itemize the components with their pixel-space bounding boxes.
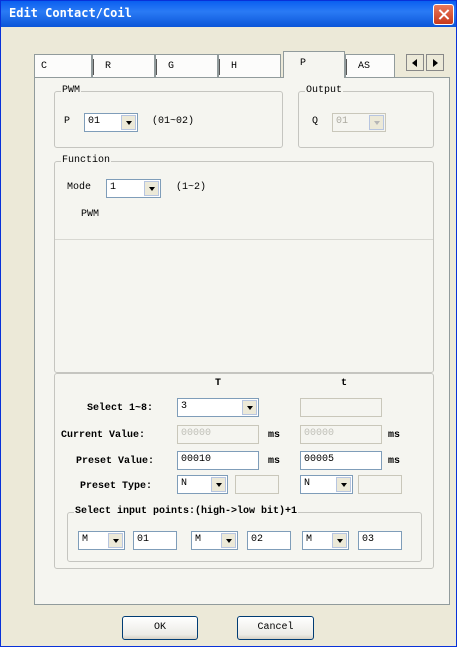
pwm-number-select[interactable]: 01	[84, 113, 138, 132]
preset-type-label: Preset Type:	[80, 481, 153, 492]
cancel-button[interactable]: Cancel	[237, 616, 314, 640]
current-t-field: 00000	[300, 425, 382, 444]
output-number-value: 01	[336, 116, 349, 127]
input-point-3-type: M	[306, 534, 313, 545]
chevron-down-icon[interactable]	[211, 477, 226, 492]
chevron-down-icon[interactable]	[332, 533, 347, 548]
tab-p-label: P	[300, 58, 307, 69]
current-t-value: 00000	[304, 428, 335, 439]
tab-r-label: R	[105, 61, 112, 72]
chevron-down-icon[interactable]	[242, 400, 257, 415]
current-value-label: Current Value:	[61, 430, 146, 441]
preset-value-label: Preset Value:	[76, 456, 155, 467]
current-T-unit: ms	[268, 430, 281, 441]
chevron-down-icon[interactable]	[221, 533, 236, 548]
mode-label: Mode	[67, 182, 92, 193]
tab-as-label: AS	[358, 61, 371, 72]
ok-button[interactable]: OK	[122, 616, 198, 640]
input-point-3-type-select[interactable]: M	[302, 531, 349, 550]
mode-name-label: PWM	[81, 209, 100, 220]
select-label: Select 1~8:	[87, 403, 154, 414]
tab-h[interactable]: H	[218, 54, 281, 78]
pwm-p-label: P	[64, 116, 71, 127]
input-point-2-type: M	[195, 534, 202, 545]
close-icon[interactable]	[433, 4, 454, 25]
input-points-group: Select input points:(high->low bit)+1 M …	[67, 506, 422, 562]
function-group: Function Mode 1 (1~2) PWM	[54, 155, 434, 373]
tab-c-label: C	[41, 61, 48, 72]
chevron-down-icon[interactable]	[108, 533, 123, 548]
current-t-unit: ms	[388, 430, 401, 441]
pwm-number-value: 01	[88, 116, 101, 127]
preset-T-unit: ms	[268, 456, 281, 467]
chevron-down-icon	[369, 115, 384, 130]
tab-scroll-left-icon[interactable]	[406, 54, 424, 71]
chevron-down-icon[interactable]	[121, 115, 136, 130]
current-T-field: 00000	[177, 425, 259, 444]
mode-value: 1	[110, 182, 117, 193]
timing-group: T t Select 1~8: 3 Current Value: 00000 m…	[54, 373, 434, 569]
preset-T-input[interactable]: 00010	[177, 451, 259, 470]
mode-select[interactable]: 1	[106, 179, 161, 198]
tab-g[interactable]: G	[155, 54, 218, 78]
mode-range-label: (1~2)	[176, 182, 207, 193]
input-point-1-number-value: 01	[137, 534, 150, 545]
timer-select[interactable]: 3	[177, 398, 259, 417]
column-T-header: T	[215, 378, 222, 389]
chevron-down-icon[interactable]	[336, 477, 351, 492]
t-select-field	[300, 398, 382, 417]
chevron-down-icon[interactable]	[144, 181, 159, 196]
preset-type-t-value: N	[304, 478, 311, 489]
output-number-select: 01	[332, 113, 386, 132]
output-group: Output Q 01	[298, 85, 434, 148]
preset-type-T-value: N	[181, 478, 188, 489]
input-point-3-number-value: 03	[362, 534, 375, 545]
pwm-legend: PWM	[61, 85, 82, 96]
title-bar[interactable]: Edit Contact/Coil	[1, 1, 456, 27]
preset-T-value: 00010	[181, 454, 212, 465]
output-legend: Output	[305, 85, 344, 96]
timer-select-value: 3	[181, 401, 188, 412]
tab-scroll-right-icon[interactable]	[426, 54, 444, 71]
input-points-legend: Select input points:(high->low bit)+1	[74, 506, 299, 517]
function-legend: Function	[61, 155, 112, 166]
preset-t-value: 00005	[304, 454, 335, 465]
preset-type-t-select[interactable]: N	[300, 475, 353, 494]
tab-as[interactable]: AS	[345, 54, 395, 78]
input-point-1-type: M	[82, 534, 89, 545]
preset-type-t-extra	[358, 475, 402, 494]
preset-t-input[interactable]: 00005	[300, 451, 382, 470]
output-q-label: Q	[312, 116, 319, 127]
input-point-1-type-select[interactable]: M	[78, 531, 125, 550]
preset-type-T-extra	[235, 475, 279, 494]
pwm-group: PWM P 01 (01~02)	[54, 85, 283, 148]
input-point-3-number[interactable]: 03	[358, 531, 402, 550]
edit-contact-coil-dialog: Edit Contact/Coil C R G H P AS PWM P 01 …	[0, 0, 457, 647]
tab-r[interactable]: R	[92, 54, 155, 78]
preset-t-unit: ms	[388, 456, 401, 467]
tab-p[interactable]: P	[283, 51, 345, 78]
input-point-2-number-value: 02	[251, 534, 264, 545]
tab-h-label: H	[231, 61, 238, 72]
window-title: Edit Contact/Coil	[9, 6, 132, 20]
column-t-header: t	[341, 378, 348, 389]
tab-g-label: G	[168, 61, 175, 72]
input-point-2-number[interactable]: 02	[247, 531, 291, 550]
pwm-range-label: (01~02)	[152, 116, 195, 127]
input-point-2-type-select[interactable]: M	[191, 531, 238, 550]
tab-c[interactable]: C	[34, 54, 92, 78]
tab-scroll-controls	[406, 54, 446, 71]
function-divider	[55, 239, 433, 240]
current-T-value: 00000	[181, 428, 212, 439]
input-point-1-number[interactable]: 01	[133, 531, 177, 550]
preset-type-T-select[interactable]: N	[177, 475, 228, 494]
